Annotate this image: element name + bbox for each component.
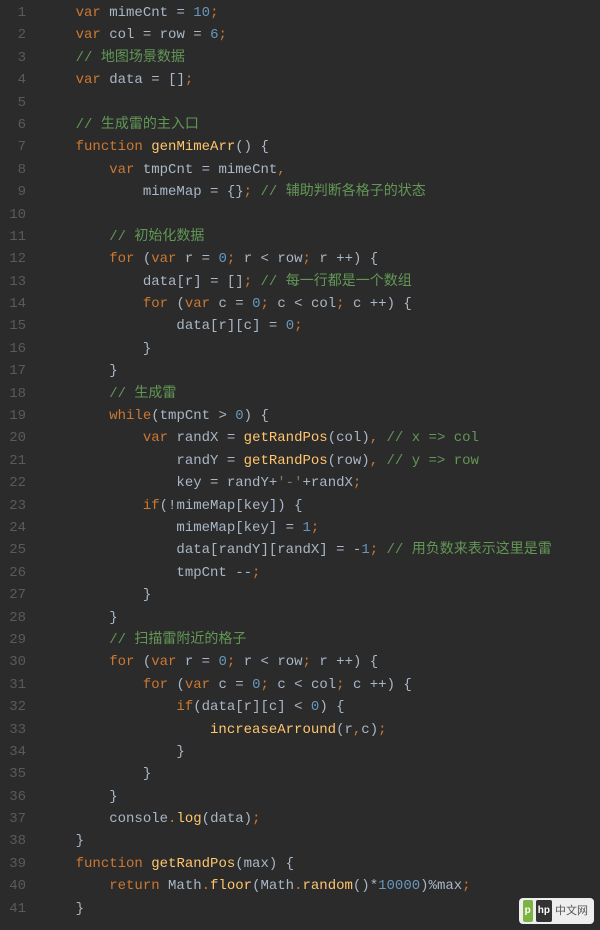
line-number: 20 <box>0 427 26 449</box>
code-line[interactable]: if(!mimeMap[key]) { <box>42 495 552 517</box>
code-line[interactable]: var tmpCnt = mimeCnt, <box>42 159 552 181</box>
code-line[interactable]: mimeMap = {}; // 辅助判断各格子的状态 <box>42 181 552 203</box>
line-number: 33 <box>0 719 26 741</box>
line-number: 30 <box>0 651 26 673</box>
code-line[interactable]: } <box>42 898 552 920</box>
code-line[interactable]: key = randY+'-'+randX; <box>42 472 552 494</box>
code-line[interactable]: } <box>42 741 552 763</box>
line-number: 41 <box>0 898 26 920</box>
code-line[interactable]: return Math.floor(Math.random()*10000)%m… <box>42 875 552 897</box>
code-line[interactable] <box>42 204 552 226</box>
line-number: 25 <box>0 539 26 561</box>
watermark-logo-icon: p <box>523 900 533 922</box>
code-line[interactable]: // 生成雷的主入口 <box>42 114 552 136</box>
line-number: 13 <box>0 271 26 293</box>
line-number: 23 <box>0 495 26 517</box>
line-number: 40 <box>0 875 26 897</box>
line-number: 12 <box>0 248 26 270</box>
code-line[interactable]: console.log(data); <box>42 808 552 830</box>
code-line[interactable]: // 地图场景数据 <box>42 47 552 69</box>
line-number: 32 <box>0 696 26 718</box>
code-line[interactable]: data[r] = []; // 每一行都是一个数组 <box>42 271 552 293</box>
watermark-badge: php 中文网 <box>519 898 594 924</box>
watermark-text: 中文网 <box>555 900 588 922</box>
line-number: 18 <box>0 383 26 405</box>
line-number: 8 <box>0 159 26 181</box>
code-line[interactable]: } <box>42 763 552 785</box>
line-number: 24 <box>0 517 26 539</box>
code-line[interactable]: // 扫描雷附近的格子 <box>42 629 552 651</box>
line-number: 39 <box>0 853 26 875</box>
code-line[interactable]: // 生成雷 <box>42 383 552 405</box>
watermark-logo-icon: hp <box>536 900 552 922</box>
line-number: 2 <box>0 24 26 46</box>
line-number: 34 <box>0 741 26 763</box>
line-number: 16 <box>0 338 26 360</box>
line-number: 21 <box>0 450 26 472</box>
code-line[interactable]: for (var c = 0; c < col; c ++) { <box>42 293 552 315</box>
code-line[interactable]: increaseArround(r,c); <box>42 719 552 741</box>
code-line[interactable]: // 初始化数据 <box>42 226 552 248</box>
line-gutter: 1234567891011121314151617181920212223242… <box>0 0 34 930</box>
code-line[interactable]: var randX = getRandPos(col), // x => col <box>42 427 552 449</box>
code-line[interactable]: for (var r = 0; r < row; r ++) { <box>42 651 552 673</box>
line-number: 28 <box>0 607 26 629</box>
code-line[interactable]: function getRandPos(max) { <box>42 853 552 875</box>
line-number: 29 <box>0 629 26 651</box>
line-number: 10 <box>0 204 26 226</box>
line-number: 11 <box>0 226 26 248</box>
line-number: 4 <box>0 69 26 91</box>
code-line[interactable] <box>42 92 552 114</box>
code-line[interactable]: var col = row = 6; <box>42 24 552 46</box>
code-line[interactable]: for (var r = 0; r < row; r ++) { <box>42 248 552 270</box>
line-number: 14 <box>0 293 26 315</box>
code-area[interactable]: var mimeCnt = 10; var col = row = 6; // … <box>34 0 552 930</box>
line-number: 9 <box>0 181 26 203</box>
code-line[interactable]: data[r][c] = 0; <box>42 315 552 337</box>
line-number: 35 <box>0 763 26 785</box>
code-line[interactable]: var mimeCnt = 10; <box>42 2 552 24</box>
line-number: 15 <box>0 315 26 337</box>
line-number: 22 <box>0 472 26 494</box>
line-number: 3 <box>0 47 26 69</box>
line-number: 27 <box>0 584 26 606</box>
code-line[interactable]: } <box>42 338 552 360</box>
code-line[interactable]: } <box>42 786 552 808</box>
code-line[interactable]: function genMimeArr() { <box>42 136 552 158</box>
line-number: 36 <box>0 786 26 808</box>
code-line[interactable]: while(tmpCnt > 0) { <box>42 405 552 427</box>
code-line[interactable]: } <box>42 360 552 382</box>
line-number: 38 <box>0 830 26 852</box>
line-number: 19 <box>0 405 26 427</box>
line-number: 17 <box>0 360 26 382</box>
code-line[interactable]: tmpCnt --; <box>42 562 552 584</box>
code-line[interactable]: } <box>42 830 552 852</box>
line-number: 1 <box>0 2 26 24</box>
code-line[interactable]: for (var c = 0; c < col; c ++) { <box>42 674 552 696</box>
code-line[interactable]: if(data[r][c] < 0) { <box>42 696 552 718</box>
code-line[interactable]: mimeMap[key] = 1; <box>42 517 552 539</box>
code-line[interactable]: data[randY][randX] = -1; // 用负数来表示这里是雷 <box>42 539 552 561</box>
code-line[interactable]: } <box>42 584 552 606</box>
line-number: 5 <box>0 92 26 114</box>
line-number: 26 <box>0 562 26 584</box>
line-number: 37 <box>0 808 26 830</box>
code-line[interactable]: randY = getRandPos(row), // y => row <box>42 450 552 472</box>
code-editor[interactable]: 1234567891011121314151617181920212223242… <box>0 0 600 930</box>
line-number: 6 <box>0 114 26 136</box>
code-line[interactable]: var data = []; <box>42 69 552 91</box>
code-line[interactable]: } <box>42 607 552 629</box>
line-number: 31 <box>0 674 26 696</box>
line-number: 7 <box>0 136 26 158</box>
